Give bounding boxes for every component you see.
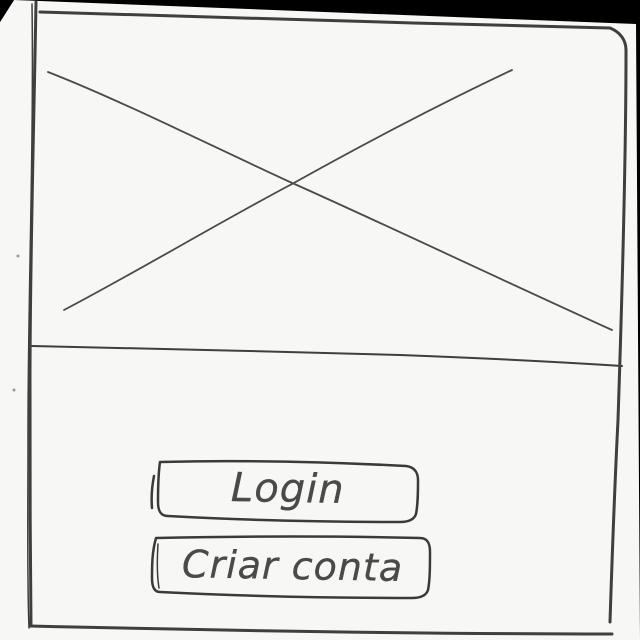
wireframe-sketch: Login Criar conta — [0, 0, 640, 640]
login-button-label: Login — [230, 465, 346, 513]
pencil-speck — [12, 388, 16, 392]
create-account-button[interactable]: Criar conta — [150, 533, 436, 599]
create-account-button-label: Criar conta — [182, 542, 404, 590]
login-button[interactable]: Login — [152, 455, 424, 523]
pencil-speck — [16, 254, 20, 258]
